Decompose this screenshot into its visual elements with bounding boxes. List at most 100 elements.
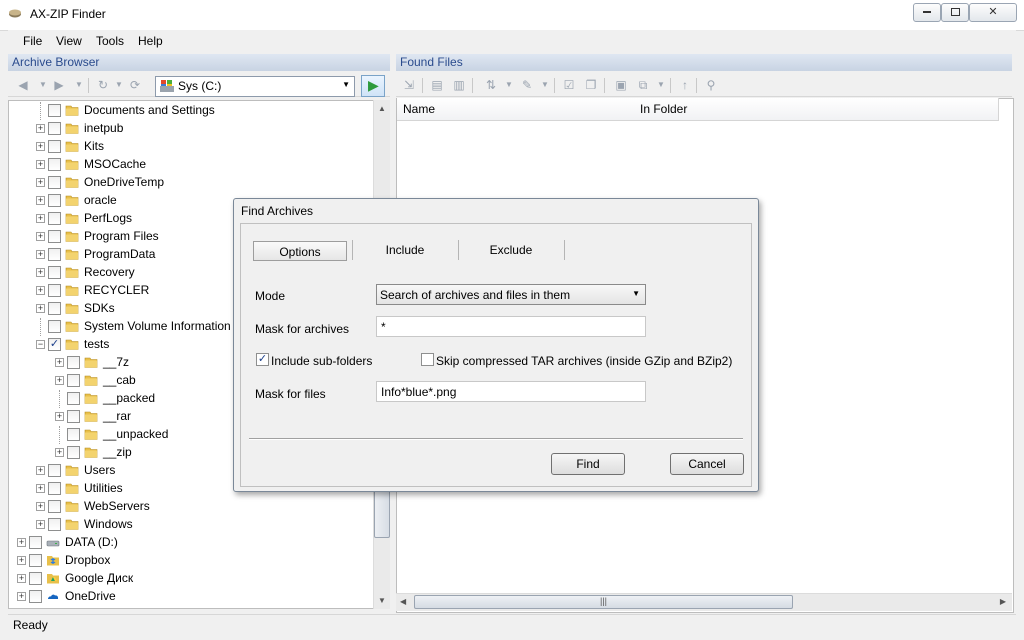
refresh-dropdown-icon[interactable]: ▼ — [112, 78, 126, 92]
expand-icon[interactable]: + — [17, 574, 26, 583]
export-icon[interactable]: ⧉ — [636, 78, 650, 92]
tree-item[interactable]: Documents and Settings — [9, 102, 374, 120]
tree-item-checkbox[interactable] — [48, 230, 61, 243]
found-files-scroll-thumb[interactable]: ||| — [414, 595, 793, 609]
column-header-in-folder[interactable]: In Folder — [634, 98, 999, 121]
tree-item-checkbox[interactable] — [48, 104, 61, 117]
column-header-name[interactable]: Name — [397, 98, 635, 121]
back-icon[interactable]: ◀ — [16, 78, 30, 92]
up-icon[interactable]: ↑ — [678, 78, 692, 92]
tree-item-checkbox[interactable] — [48, 158, 61, 171]
scroll-right-icon[interactable]: ▶ — [1000, 597, 1006, 606]
expand-icon[interactable]: + — [17, 556, 26, 565]
menu-view[interactable]: View — [56, 34, 82, 48]
tree-item-checkbox[interactable] — [67, 428, 80, 441]
expand-icon[interactable]: + — [36, 250, 45, 259]
sort-icon[interactable]: ⇅ — [484, 78, 498, 92]
tree-item-checkbox[interactable] — [29, 572, 42, 585]
tree-item[interactable]: + Windows — [9, 516, 374, 534]
expand-icon[interactable]: + — [36, 178, 45, 187]
binoculars-icon[interactable]: ⚲ — [704, 78, 718, 92]
expand-icon[interactable]: + — [55, 448, 64, 457]
tree-item-checkbox[interactable] — [29, 536, 42, 549]
tree-item-checkbox[interactable] — [48, 482, 61, 495]
expand-icon[interactable]: + — [36, 502, 45, 511]
expand-icon[interactable]: + — [36, 142, 45, 151]
tree-item-checkbox[interactable] — [48, 176, 61, 189]
export-dropdown-icon[interactable]: ▼ — [654, 78, 668, 92]
expand-icon[interactable]: + — [36, 520, 45, 529]
tree-item-checkbox[interactable] — [48, 248, 61, 261]
tree-item[interactable]: + inetpub — [9, 120, 374, 138]
back-dropdown-icon[interactable]: ▼ — [36, 78, 50, 92]
tree-item[interactable]: + Dropbox — [9, 552, 374, 570]
close-button[interactable]: ✕ — [969, 3, 1017, 22]
expand-icon[interactable]: + — [17, 592, 26, 601]
edit-icon[interactable]: ✎ — [520, 78, 534, 92]
include-subfolders-checkbox[interactable]: ✓ — [256, 353, 269, 366]
expand-icon[interactable]: + — [36, 484, 45, 493]
sort-dropdown-icon[interactable]: ▼ — [502, 78, 516, 92]
tree-item-checkbox[interactable] — [67, 446, 80, 459]
edit-dropdown-icon[interactable]: ▼ — [538, 78, 552, 92]
expand-icon[interactable]: + — [36, 214, 45, 223]
tree-item-checkbox[interactable] — [67, 392, 80, 405]
copy-icon[interactable]: ❐ — [584, 78, 598, 92]
tree-item-checkbox[interactable] — [48, 212, 61, 225]
tree-item-checkbox[interactable] — [29, 590, 42, 603]
scroll-up-icon[interactable]: ▲ — [378, 104, 386, 113]
tree-item-checkbox[interactable] — [29, 554, 42, 567]
expand-icon[interactable]: + — [55, 376, 64, 385]
tree-item-checkbox[interactable] — [48, 500, 61, 513]
tree-item[interactable]: + MSOCache — [9, 156, 374, 174]
mask-archives-input[interactable]: * — [376, 316, 646, 337]
expand-icon[interactable]: + — [17, 538, 26, 547]
save-icon[interactable]: ▣ — [614, 78, 628, 92]
extract-icon[interactable]: ⇲ — [402, 78, 416, 92]
expand-icon[interactable]: + — [36, 160, 45, 169]
go-button[interactable]: ▶ — [361, 75, 385, 97]
find-button[interactable]: Find — [551, 453, 625, 475]
expand-icon[interactable]: + — [36, 232, 45, 241]
mode-select[interactable]: Search of archives and files in them ▼ — [376, 284, 646, 305]
tree-item-checkbox[interactable] — [48, 194, 61, 207]
tree-item-checkbox[interactable] — [48, 518, 61, 531]
expand-icon[interactable]: + — [36, 196, 45, 205]
tree-item-checkbox[interactable] — [48, 266, 61, 279]
expand-icon[interactable]: + — [55, 358, 64, 367]
drive-select[interactable]: Sys (C:) ▼ — [155, 76, 355, 97]
tree-item[interactable]: + OneDriveTemp — [9, 174, 374, 192]
tree-item-checkbox[interactable] — [48, 284, 61, 297]
tree-item-checkbox[interactable]: ✓ — [48, 338, 61, 351]
open-file-icon[interactable]: ▤ — [430, 78, 444, 92]
sync-icon[interactable]: ⟳ — [128, 78, 142, 92]
tree-item-checkbox[interactable] — [48, 122, 61, 135]
expand-icon[interactable]: + — [36, 268, 45, 277]
tree-item-checkbox[interactable] — [48, 140, 61, 153]
tab-exclude[interactable]: Exclude — [459, 240, 563, 260]
expand-icon[interactable]: + — [36, 286, 45, 295]
tree-item[interactable]: + DATA (D:) — [9, 534, 374, 552]
tree-item-checkbox[interactable] — [48, 320, 61, 333]
scroll-left-icon[interactable]: ◀ — [400, 597, 406, 606]
refresh-icon[interactable]: ↻ — [96, 78, 110, 92]
expand-icon[interactable]: + — [55, 412, 64, 421]
expand-icon[interactable]: + — [36, 304, 45, 313]
tree-item-checkbox[interactable] — [67, 410, 80, 423]
cancel-button[interactable]: Cancel — [670, 453, 744, 475]
skip-tar-checkbox[interactable] — [421, 353, 434, 366]
forward-dropdown-icon[interactable]: ▼ — [72, 78, 86, 92]
maximize-button[interactable] — [941, 3, 969, 22]
tree-item[interactable]: + OneDrive — [9, 588, 374, 606]
forward-icon[interactable]: ▶ — [52, 78, 66, 92]
menu-help[interactable]: Help — [138, 34, 163, 48]
tree-item[interactable]: + WebServers — [9, 498, 374, 516]
collapse-icon[interactable]: − — [36, 340, 45, 349]
tree-item[interactable]: + Google Диск — [9, 570, 374, 588]
tab-options[interactable]: Options — [253, 241, 347, 261]
scroll-down-icon[interactable]: ▼ — [378, 596, 386, 605]
expand-icon[interactable]: + — [36, 124, 45, 133]
check-all-icon[interactable]: ☑ — [562, 78, 576, 92]
tree-item-checkbox[interactable] — [48, 464, 61, 477]
minimize-button[interactable] — [913, 3, 941, 22]
